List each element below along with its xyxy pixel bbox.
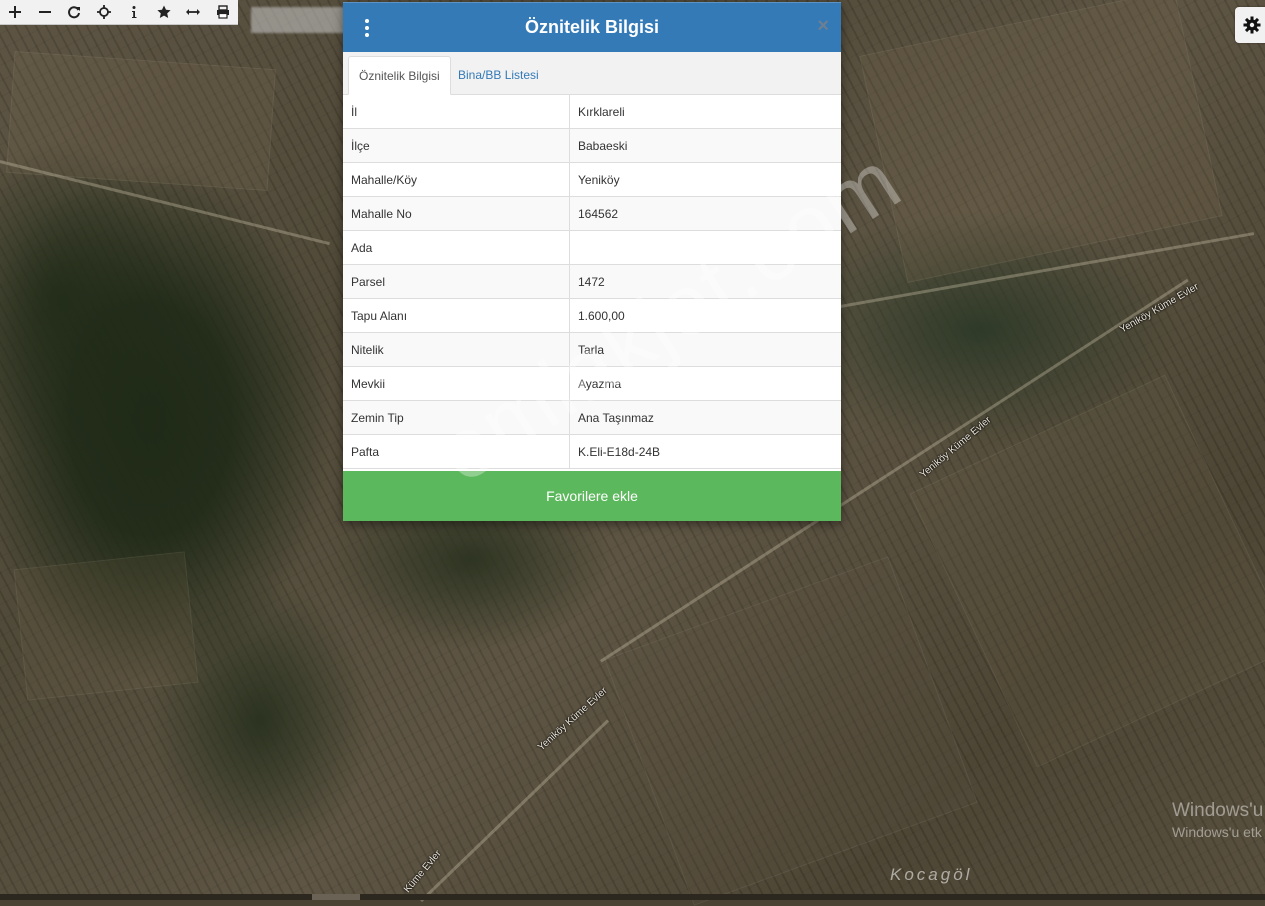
refresh-icon [68,6,81,19]
attribute-key: Mevkii [343,366,570,401]
attribute-table: İl Kırklareli İlçe Babaeski Mahalle/Köy Yen… [343,95,841,469]
dialog-header: Öznitelik Bilgisi × [343,2,841,52]
field-parcel [13,551,199,701]
road-label: Yeniköy Küme Evler [536,685,610,754]
table-row: Pafta K.Eli-E18d-24B [343,434,841,469]
tab-attribute-info[interactable]: Öznitelik Bilgisi [348,56,451,95]
info-icon [131,6,137,18]
refresh-button[interactable] [60,0,90,24]
activation-title: Windows'u [1172,800,1264,821]
attribute-value: Ayazma [569,366,841,401]
measure-button[interactable] [179,0,209,24]
tab-building-list[interactable]: Bina/BB Listesi [448,56,549,93]
table-row: Mevkii Ayazma [343,366,841,401]
table-row: İlçe Babaeski [343,128,841,163]
search-box[interactable] [251,7,345,33]
attribute-key: Mahalle No [343,196,570,231]
zoom-out-button[interactable] [30,0,60,24]
zoom-in-button[interactable] [0,0,30,24]
add-to-favorites-button[interactable]: Favorilere ekle [343,471,841,521]
attribute-key: Pafta [343,434,570,469]
attribute-key: Zemin Tip [343,400,570,435]
road-label: Yeniköy Küme Evler [1118,281,1201,336]
star-icon [157,5,171,18]
attribute-key: Nitelik [343,332,570,367]
horizontal-scrollbar[interactable] [0,894,1265,900]
attribute-value: Babaeski [569,128,841,163]
map-toolbar [0,0,238,25]
table-row: Parsel 1472 [343,264,841,299]
attribute-value: 1.600,00 [569,298,841,333]
field-parcel [604,556,978,906]
table-row: İl Kırklareli [343,95,841,129]
settings-button[interactable] [1235,7,1265,43]
activation-text: Windows'u etk [1172,824,1262,840]
attribute-key: Tapu Alanı [343,298,570,333]
table-row: Ada [343,230,841,265]
attribute-value: Ana Taşınmaz [569,400,841,435]
favorites-button[interactable] [149,0,179,24]
dialog-title: Öznitelik Bilgisi [524,17,660,37]
kebab-menu-icon[interactable] [357,15,377,41]
minus-icon [38,11,51,13]
attribute-value: 164562 [569,196,841,231]
print-icon [217,5,230,19]
table-row: Mahalle/Köy Yeniköy [343,162,841,197]
attribute-value: Kırklareli [569,95,841,129]
locate-button[interactable] [89,0,119,24]
plus-icon [8,6,21,18]
attribute-value: K.Eli-E18d-24B [569,434,841,469]
windows-activation-notice: Windows'u Windows'u etk [1172,800,1263,840]
print-button[interactable] [208,0,238,24]
attribute-value: Tarla [569,332,841,367]
attribute-value: 1472 [569,264,841,299]
road [420,719,610,903]
place-label: Kocagöl [890,865,973,884]
attribute-key: İl [343,95,570,129]
table-row: Nitelik Tarla [343,332,841,367]
close-icon[interactable]: × [817,16,829,36]
attribute-value [569,230,841,265]
table-row: Zemin Tip Ana Taşınmaz [343,400,841,435]
field-parcel [6,51,276,191]
attribute-key: Ada [343,230,570,265]
table-row: Mahalle No 164562 [343,196,841,231]
attribute-info-dialog: Öznitelik Bilgisi × Öznitelik Bilgisi Bi… [343,2,841,521]
crosshair-icon [97,5,112,19]
field-parcel [859,0,1223,283]
info-button[interactable] [119,0,149,24]
road-label: Küme Evler [402,848,444,896]
table-row: Tapu Alanı 1.600,00 [343,298,841,333]
tab-bar: Öznitelik Bilgisi Bina/BB Listesi [343,52,841,95]
measure-icon [186,9,201,15]
scrollbar-thumb[interactable] [312,894,360,900]
attribute-key: Parsel [343,264,570,299]
attribute-key: İlçe [343,128,570,163]
attribute-value: Yeniköy [569,162,841,197]
attribute-key: Mahalle/Köy [343,162,570,197]
gear-icon [1243,16,1261,34]
